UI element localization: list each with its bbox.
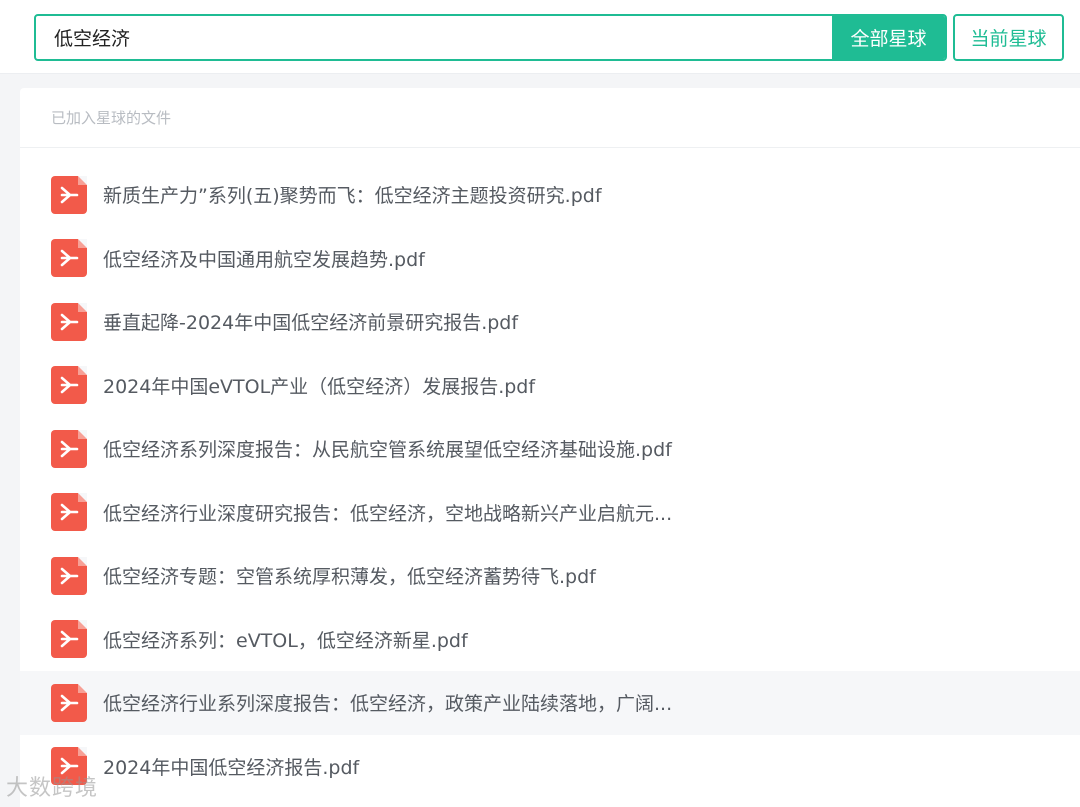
file-item[interactable]: 低空经济及中国通用航空发展趋势.pdf bbox=[20, 227, 1080, 291]
file-item[interactable]: 新质生产力”系列(五)聚势而飞：低空经济主题投资研究.pdf bbox=[20, 163, 1080, 227]
section-title: 已加入星球的文件 bbox=[51, 109, 172, 127]
file-name: 低空经济行业深度研究报告：低空经济，空地战略新兴产业启航元... bbox=[103, 502, 673, 525]
pdf-icon bbox=[51, 429, 87, 468]
pdf-icon bbox=[51, 556, 87, 595]
file-item[interactable]: 2024年中国eVTOL产业（低空经济）发展报告.pdf bbox=[20, 354, 1080, 418]
pdf-icon bbox=[51, 302, 87, 341]
watermark: 大数跨境 bbox=[6, 776, 99, 801]
file-item[interactable]: 低空经济行业深度研究报告：低空经济，空地战略新兴产业启航元... bbox=[20, 481, 1080, 545]
file-name: 2024年中国低空经济报告.pdf bbox=[103, 756, 360, 779]
file-name: 低空经济及中国通用航空发展趋势.pdf bbox=[103, 248, 425, 271]
file-name: 低空经济系列：eVTOL，低空经济新星.pdf bbox=[103, 629, 468, 652]
file-name: 低空经济行业系列深度报告：低空经济，政策产业陆续落地，广阔... bbox=[103, 693, 673, 716]
search-current-planet-button[interactable]: 当前星球 bbox=[953, 14, 1064, 61]
file-item[interactable]: 垂直起降-2024年中国低空经济前景研究报告.pdf bbox=[20, 290, 1080, 354]
search-all-planets-button[interactable]: 全部星球 bbox=[832, 16, 945, 59]
search-input[interactable] bbox=[36, 16, 832, 59]
search-box: 全部星球 bbox=[34, 14, 947, 61]
pdf-icon bbox=[51, 683, 87, 722]
file-item[interactable]: 低空经济行业系列深度报告：低空经济，政策产业陆续落地，广阔... bbox=[20, 671, 1080, 735]
results-panel: 已加入星球的文件 新质生产力”系列(五)聚势而飞：低空经济主题投资研究.pdf … bbox=[20, 88, 1080, 807]
pdf-icon bbox=[51, 239, 87, 278]
file-name: 低空经济系列深度报告：从民航空管系统展望低空经济基础设施.pdf bbox=[103, 439, 672, 462]
file-name: 新质生产力”系列(五)聚势而飞：低空经济主题投资研究.pdf bbox=[103, 185, 602, 208]
section-header: 已加入星球的文件 bbox=[20, 88, 1080, 148]
file-item[interactable]: 低空经济系列：eVTOL，低空经济新星.pdf bbox=[20, 608, 1080, 672]
file-item[interactable]: 低空经济专题：空管系统厚积薄发，低空经济蓄势待飞.pdf bbox=[20, 544, 1080, 608]
pdf-icon bbox=[51, 366, 87, 405]
file-name: 低空经济专题：空管系统厚积薄发，低空经济蓄势待飞.pdf bbox=[103, 566, 596, 589]
search-bar: 全部星球 当前星球 bbox=[0, 0, 1080, 74]
file-list: 新质生产力”系列(五)聚势而飞：低空经济主题投资研究.pdf 低空经济及中国通用… bbox=[20, 148, 1080, 798]
file-item[interactable]: 低空经济系列深度报告：从民航空管系统展望低空经济基础设施.pdf bbox=[20, 417, 1080, 481]
pdf-icon bbox=[51, 175, 87, 214]
file-name: 2024年中国eVTOL产业（低空经济）发展报告.pdf bbox=[103, 375, 536, 398]
file-item[interactable]: 2024年中国低空经济报告.pdf bbox=[20, 735, 1080, 799]
pdf-icon bbox=[51, 493, 87, 532]
file-name: 垂直起降-2024年中国低空经济前景研究报告.pdf bbox=[103, 312, 519, 335]
pdf-icon bbox=[51, 620, 87, 659]
